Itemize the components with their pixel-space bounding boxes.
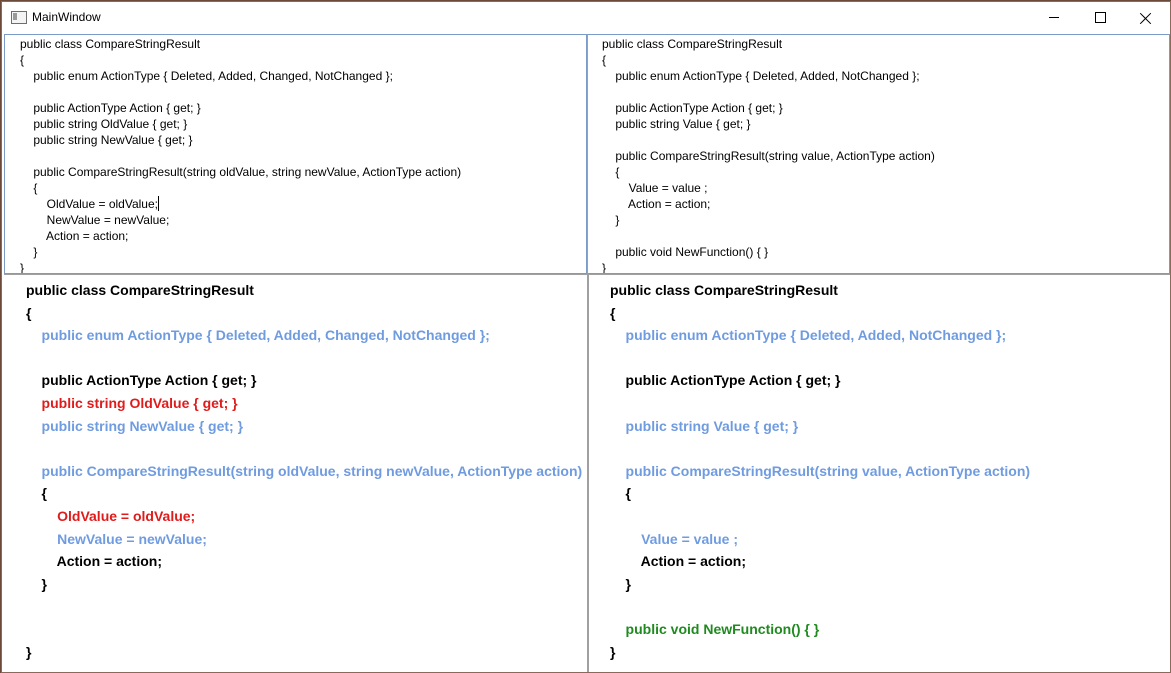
right-compare-line: Action = action; (610, 553, 746, 570)
right-compare-line: public string Value { get; } (610, 417, 799, 434)
right-compare-line: public enum ActionType { Deleted, Added,… (610, 327, 1007, 344)
right-code-editor[interactable]: public class CompareStringResult { public… (587, 34, 1170, 274)
left-editor-line: public class CompareStringResult (20, 37, 201, 51)
right-compare-line: { (610, 485, 632, 502)
window-icon (11, 11, 27, 24)
right-editor-line: public string Value { get; } (602, 117, 751, 131)
left-compare-line: } (26, 643, 32, 660)
title-bar[interactable]: MainWindow (2, 2, 1170, 33)
left-editor-line: Action = action; (20, 229, 129, 243)
left-editor-line: NewValue = newValue; (20, 213, 170, 227)
right-editor-line: Action = action; (602, 197, 711, 211)
left-editor-line: public string OldValue { get; } (20, 117, 188, 131)
right-editor-line: Value = value ; (602, 181, 708, 195)
left-code-editor[interactable]: public class CompareStringResult { public… (4, 34, 587, 274)
right-compare-line: { (610, 304, 616, 321)
right-compare-line: public class CompareStringResult (610, 282, 838, 298)
right-editor-line: { (602, 165, 620, 179)
right-compare-line: public CompareStringResult(string value,… (610, 462, 1031, 479)
left-editor-line: public ActionType Action { get; } (20, 101, 201, 115)
left-compare-view: public class CompareStringResult { public… (4, 274, 587, 672)
left-compare-line: public string NewValue { get; } (26, 417, 244, 434)
left-compare-line: public CompareStringResult(string oldVal… (26, 462, 583, 479)
right-editor-line: public void NewFunction() { } (602, 245, 769, 259)
left-compare-line: public ActionType Action { get; } (26, 372, 257, 389)
left-editor-line: } (20, 245, 38, 259)
left-compare-line: public class CompareStringResult (26, 282, 254, 298)
left-editor-line: public string NewValue { get; } (20, 133, 193, 147)
left-editor-line: OldValue = oldValue; (20, 197, 158, 211)
left-compare-line: NewValue = newValue; (26, 530, 207, 547)
left-compare-line: } (26, 575, 48, 592)
left-editor-line: public enum ActionType { Deleted, Added,… (20, 69, 393, 83)
left-compare-line: { (26, 304, 32, 321)
right-editor-line: public enum ActionType { Deleted, Added,… (602, 69, 920, 83)
minimize-icon (1049, 17, 1059, 18)
right-compare-line: public void NewFunction() { } (610, 621, 820, 637)
right-compare-line: public ActionType Action { get; } (610, 372, 841, 389)
maximize-icon (1094, 12, 1106, 23)
left-editor-line: { (20, 53, 25, 67)
right-editor-line: { (602, 53, 607, 67)
right-editor-line: public ActionType Action { get; } (602, 101, 783, 115)
left-compare-line: Action = action; (26, 553, 162, 570)
right-editor-line: } (602, 213, 620, 227)
main-window: MainWindow public class CompareStringRes… (1, 1, 1171, 673)
right-editor-line: public CompareStringResult(string value,… (602, 149, 935, 163)
left-editor-line: } (20, 261, 25, 274)
left-compare-line: OldValue = oldValue; (26, 508, 196, 524)
left-compare-line: { (26, 485, 48, 502)
right-editor-line: public class CompareStringResult (602, 37, 783, 51)
left-compare-line: public enum ActionType { Deleted, Added,… (26, 327, 490, 344)
right-compare-line: } (610, 643, 616, 660)
left-compare-line: public string OldValue { get; } (26, 395, 238, 411)
close-icon (1140, 12, 1152, 24)
right-compare-line: Value = value ; (610, 530, 739, 547)
right-editor-line: } (602, 261, 607, 274)
text-caret (158, 196, 159, 211)
left-editor-line: { (20, 181, 38, 195)
window-title: MainWindow (32, 10, 101, 24)
maximize-button[interactable] (1077, 2, 1123, 33)
left-editor-line: public CompareStringResult(string oldVal… (20, 165, 462, 179)
minimize-button[interactable] (1031, 2, 1077, 33)
right-compare-view: public class CompareStringResult { public… (587, 274, 1170, 672)
close-button[interactable] (1123, 2, 1169, 33)
right-compare-line: } (610, 575, 632, 592)
